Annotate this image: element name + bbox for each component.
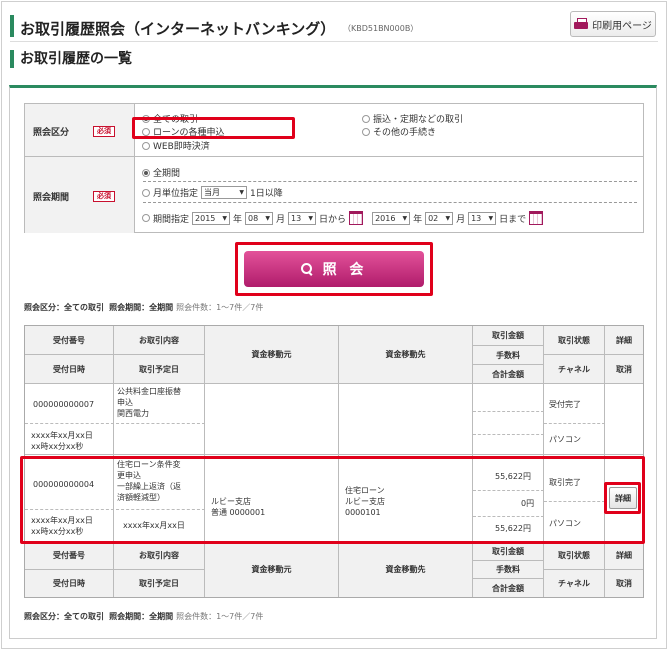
col-sched-date: 取引予定日 — [114, 570, 205, 597]
search-conditions: 照会区分 必須 全ての取引 ローンの各種申込 WEB即時決済 振込・定期などの取… — [24, 103, 644, 233]
col-rec-date: 受付日時 — [25, 570, 114, 597]
col-content: お取引内容 — [114, 326, 205, 355]
type-option-other[interactable]: その他の手続き — [362, 125, 436, 138]
col-status: 取引状態 — [544, 326, 605, 355]
page-title: お取引履歴照会（インターネットバンキング） — [20, 20, 336, 38]
from-day-select[interactable]: 13 ▼ — [288, 211, 317, 225]
chevron-down-icon: ▼ — [445, 214, 451, 222]
to-month-select[interactable]: 02 ▼ — [425, 211, 454, 225]
section-title: お取引履歴の一覧 — [10, 48, 132, 68]
from-year-select[interactable]: 2015 ▼ — [192, 211, 231, 225]
rec-no: 000000000007 — [33, 400, 95, 409]
col-dst: 資金移動先 — [339, 326, 473, 384]
radio-icon[interactable] — [362, 127, 370, 136]
period-label-cell: 照会期間 必須 — [25, 157, 135, 233]
radio-icon[interactable] — [142, 168, 150, 177]
type-label-cell: 照会区分 必須 — [25, 104, 135, 156]
highlight-detail-button — [604, 482, 641, 514]
channel-text: パソコン — [549, 435, 581, 444]
result-summary-bottom: 照会区分：全ての取引 照会期間：全期間 照会件数：1〜7件／7件 — [24, 612, 264, 621]
divider — [143, 202, 637, 203]
col-fee: 手数料 — [473, 561, 544, 579]
from-month-select[interactable]: 08 ▼ — [245, 211, 274, 225]
col-content: お取引内容 — [114, 542, 205, 570]
col-dst: 資金移動先 — [339, 542, 473, 597]
radio-icon[interactable] — [142, 141, 150, 150]
month-select[interactable]: 当月 ▼ — [201, 186, 248, 199]
col-amount: 取引金額 — [473, 326, 544, 346]
type-option-web[interactable]: WEB即時決済 — [142, 139, 210, 152]
col-total: 合計金額 — [473, 365, 544, 384]
col-src: 資金移動元 — [205, 542, 339, 597]
period-option-month[interactable]: 月単位指定 当月 ▼ 1日以降 — [142, 186, 283, 199]
chevron-down-icon: ▼ — [308, 214, 314, 222]
chevron-down-icon: ▼ — [402, 214, 408, 222]
highlight-loan-row — [20, 456, 645, 544]
print-page-button[interactable]: 印刷用ページ — [570, 11, 656, 37]
calendar-icon[interactable] — [529, 211, 544, 225]
col-cancel: 取消 — [605, 355, 643, 384]
type-row: 照会区分 必須 全ての取引 ローンの各種申込 WEB即時決済 振込・定期などの取… — [25, 104, 643, 157]
col-total: 合計金額 — [473, 579, 544, 597]
highlight-search-button — [235, 242, 433, 296]
col-channel: チャネル — [544, 355, 605, 384]
radio-icon[interactable] — [362, 114, 370, 123]
required-badge: 必須 — [93, 126, 115, 137]
col-src: 資金移動元 — [205, 326, 339, 384]
radio-icon[interactable] — [142, 214, 150, 222]
col-detail: 詳細 — [605, 542, 643, 570]
chevron-down-icon: ▼ — [265, 214, 271, 222]
required-badge: 必須 — [93, 191, 115, 202]
section-accent-bar — [10, 50, 14, 68]
period-label: 照会期間 — [33, 193, 70, 203]
calendar-icon[interactable] — [349, 211, 364, 225]
to-year-select[interactable]: 2016 ▼ — [372, 211, 411, 225]
type-option-transfer[interactable]: 振込・定期などの取引 — [362, 112, 463, 125]
header-accent-bar — [10, 15, 14, 37]
page-header: お取引履歴照会（インターネットバンキング） （KBD51BN000B） — [10, 10, 658, 42]
screen-code: （KBD51BN000B） — [343, 24, 419, 33]
col-rec-no: 受付番号 — [25, 542, 114, 570]
chevron-down-icon: ▼ — [239, 189, 245, 196]
period-row: 照会期間 必須 全期間 月単位指定 当月 ▼ 1日以降 期間指定 2015 ▼ 年 0… — [25, 157, 643, 233]
status-text: 受付完了 — [549, 400, 581, 409]
col-channel: チャネル — [544, 570, 605, 597]
col-status: 取引状態 — [544, 542, 605, 570]
col-cancel: 取消 — [605, 570, 643, 597]
col-rec-date: 受付日時 — [25, 355, 114, 384]
col-amount: 取引金額 — [473, 542, 544, 561]
period-option-range[interactable]: 期間指定 2015 ▼ 年 08 ▼ 月 13 ▼ 日から 2016 ▼ 年 02 ▼ 月 13 ▼ 日… — [142, 211, 544, 225]
radio-icon[interactable] — [142, 188, 150, 197]
to-day-select[interactable]: 13 ▼ — [468, 211, 497, 225]
chevron-down-icon: ▼ — [488, 214, 494, 222]
period-option-all[interactable]: 全期間 — [142, 166, 180, 179]
col-fee: 手数料 — [473, 346, 544, 365]
highlight-loan-option — [132, 117, 295, 139]
result-summary-top: 照会区分：全ての取引 照会期間：全期間 照会件数：1〜7件／7件 — [24, 303, 264, 312]
printer-icon — [574, 18, 589, 30]
divider — [143, 181, 637, 182]
chevron-down-icon: ▼ — [222, 214, 228, 222]
col-sched-date: 取引予定日 — [114, 355, 205, 384]
type-label: 照会区分 — [33, 128, 70, 138]
col-detail: 詳細 — [605, 326, 643, 355]
print-label: 印刷用ページ — [592, 20, 652, 32]
col-rec-no: 受付番号 — [25, 326, 114, 355]
